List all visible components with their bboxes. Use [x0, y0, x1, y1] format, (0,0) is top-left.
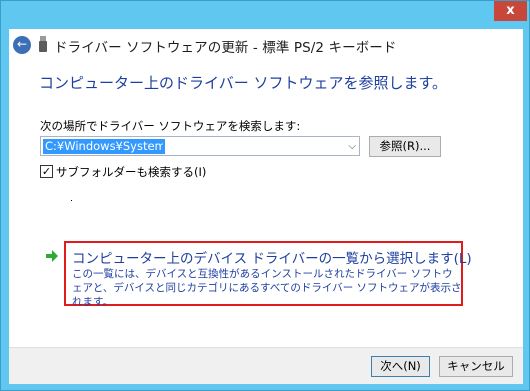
path-combobox[interactable]: ⌵	[40, 136, 360, 156]
chevron-down-icon[interactable]: ⌵	[348, 139, 356, 154]
dialog-footer: 次へ(N) キャンセル	[9, 347, 523, 384]
pick-from-list-option[interactable]: コンピューター上のデバイス ドライバーの一覧から選択します(L) この一覧には、…	[64, 241, 472, 308]
usb-device-icon	[39, 36, 47, 52]
close-button[interactable]: x	[494, 1, 527, 21]
pick-from-list-description: この一覧には、デバイスと互換性があるインストールされたドライバー ソフトウェアと…	[72, 268, 462, 308]
next-button[interactable]: 次へ(N)	[371, 356, 430, 377]
dialog-window: x ← ドライバー ソフトウェアの更新 - 標準 PS/2 キーボード コンピュ…	[0, 0, 530, 391]
back-button[interactable]: ←	[13, 36, 31, 54]
pick-from-list-title[interactable]: コンピューター上のデバイス ドライバーの一覧から選択します(L)	[72, 247, 472, 267]
close-icon: x	[506, 3, 515, 18]
path-input[interactable]	[43, 139, 165, 154]
include-subfolders-label: サブフォルダーも検索する(I)	[56, 165, 207, 179]
search-location-label: 次の場所でドライバー ソフトウェアを検索します:	[40, 119, 301, 133]
dialog-client-area: ← ドライバー ソフトウェアの更新 - 標準 PS/2 キーボード コンピュータ…	[9, 29, 523, 384]
green-arrow-icon	[45, 249, 59, 263]
include-subfolders-checkbox[interactable]: ✓	[40, 165, 53, 178]
back-arrow-icon: ←	[16, 37, 28, 51]
browse-button[interactable]: 参照(R)...	[369, 136, 441, 157]
window-title: ドライバー ソフトウェアの更新 - 標準 PS/2 キーボード	[54, 40, 397, 56]
stray-dot	[71, 200, 72, 201]
cancel-button[interactable]: キャンセル	[439, 356, 513, 377]
page-heading: コンピューター上のドライバー ソフトウェアを参照します。	[39, 74, 447, 92]
dialog-header: ← ドライバー ソフトウェアの更新 - 標準 PS/2 キーボード	[9, 29, 523, 63]
